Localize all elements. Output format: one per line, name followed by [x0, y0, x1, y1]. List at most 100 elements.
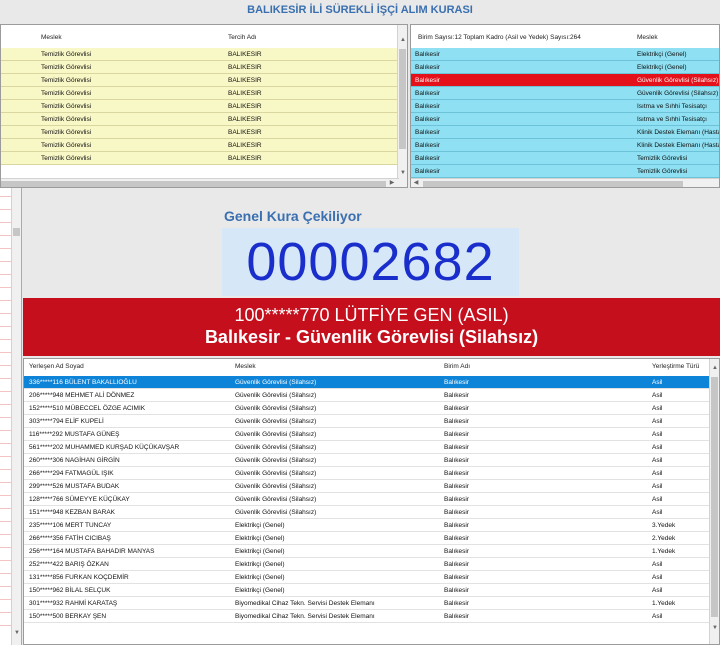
res-cell-birim: Balıkesir [444, 496, 469, 503]
table-row[interactable]: Temizlik Görevlisi BALIKESIR [1, 100, 399, 113]
table-row[interactable]: 561*****202 MUHAMMED KURŞAD KÜÇÜKAVŞAR Gü… [24, 441, 711, 454]
tl-vertical-scrollbar[interactable]: ▲ ▼ [397, 25, 407, 187]
res-cell-meslek: Biyomedikal Cihaz Tekn. Servisi Destek E… [235, 613, 375, 620]
tl-header-meslek[interactable]: Meslek [39, 29, 219, 47]
table-row[interactable]: Temizlik Görevlisi BALIKESIR [1, 126, 399, 139]
tl-vscroll-thumb[interactable] [399, 49, 406, 149]
left-row-divider [0, 222, 11, 223]
res-cell-birim: Balıkesir [444, 561, 469, 568]
table-row[interactable]: Temizlik Görevlisi BALIKESIR [1, 48, 399, 61]
table-row[interactable]: 260*****306 NAGİHAN GİRGİN Güvenlik Görev… [24, 454, 711, 467]
left-vertical-scrollbar[interactable]: ▼ [11, 188, 21, 645]
table-row[interactable]: 150*****500 BERKAY ŞEN Biyomedikal Cihaz … [24, 610, 711, 623]
table-row[interactable]: 128*****766 SÜMEYYE KÜÇÜKAY Güvenlik Göre… [24, 493, 711, 506]
res-header-birim[interactable]: Birim Adı [442, 359, 642, 375]
table-row[interactable]: 256*****164 MUSTAFA BAHADIR MANYAS Elektr… [24, 545, 711, 558]
res-cell-tur: Asil [652, 444, 663, 451]
top-left-grid[interactable]: Meslek Tercih Adı Temizlik Görevlisi BALI… [0, 24, 408, 188]
res-cell-name: 303*****794 ELİF KUPELİ [29, 418, 104, 425]
res-cell-birim: Balıkesir [444, 535, 469, 542]
scroll-down-arrow-icon[interactable]: ▼ [710, 623, 719, 633]
res-header-name[interactable]: Yerleşen Ad Soyad [27, 359, 227, 375]
scroll-up-arrow-icon[interactable]: ▲ [710, 363, 719, 373]
table-row[interactable]: 116*****292 MUSTAFA GÜNEŞ Güvenlik Görevl… [24, 428, 711, 441]
table-row[interactable]: Temizlik Görevlisi BALIKESIR [1, 74, 399, 87]
tl-header-tercih[interactable]: Tercih Adı [226, 29, 396, 47]
res-cell-meslek: Güvenlik Görevlisi (Silahsız) [235, 509, 317, 516]
tr-header-birim[interactable]: Birim Sayısı:12 Toplam Kadro (Asil ve Ye… [416, 29, 631, 47]
table-row[interactable]: Temizlik Görevlisi BALIKESIR [1, 152, 399, 165]
left-row-divider [0, 495, 11, 496]
tr-cell-meslek: Temizlik Görevlisi [637, 168, 688, 175]
table-row[interactable]: Balıkesir Elektrikçi (Genel) [411, 48, 719, 61]
table-row[interactable]: Balıkesir Elektrikçi (Genel) [411, 61, 719, 74]
table-row[interactable]: Balıkesir Temizlik Görevlisi [411, 165, 719, 178]
table-row[interactable]: Balıkesir Güvenlik Görevlisi (Silahsız) [411, 87, 719, 100]
left-side-list[interactable]: ▼ [0, 188, 22, 645]
table-row[interactable]: Balıkesir Güvenlik Görevlisi (Silahsız) [411, 74, 719, 87]
res-cell-meslek: Güvenlik Görevlisi (Silahsız) [235, 418, 317, 425]
res-vscroll-thumb[interactable] [711, 377, 718, 617]
table-row[interactable]: Balıkesir Klinik Destek Elemanı (Hastane) [411, 126, 719, 139]
res-cell-birim: Balıkesir [444, 587, 469, 594]
table-row[interactable]: 301*****932 RAHMİ KARATAŞ Biyomedikal Cih… [24, 597, 711, 610]
table-row[interactable]: Temizlik Görevlisi BALIKESIR [1, 61, 399, 74]
table-row[interactable]: 303*****794 ELİF KUPELİ Güvenlik Görevlis… [24, 415, 711, 428]
results-grid[interactable]: Yerleşen Ad Soyad Meslek Birim Adı Yerle… [23, 358, 720, 645]
tl-cell-meslek: Temizlik Görevlisi [41, 51, 92, 58]
res-header-tur[interactable]: Yerleştirme Türü [650, 359, 710, 375]
top-right-grid[interactable]: Birim Sayısı:12 Toplam Kadro (Asil ve Ye… [410, 24, 720, 188]
res-cell-tur: Asil [652, 470, 663, 477]
res-header-meslek[interactable]: Meslek [233, 359, 438, 375]
left-row-divider [0, 534, 11, 535]
scroll-up-arrow-icon[interactable]: ▲ [398, 35, 407, 45]
table-row[interactable]: 151*****948 KEZBAN BARAK Güvenlik Görevli… [24, 506, 711, 519]
table-row[interactable]: Balıkesir Isıtma ve Sıhhi Tesisatçı [411, 100, 719, 113]
res-cell-tur: Asil [652, 405, 663, 412]
left-row-divider [0, 365, 11, 366]
scroll-left-arrow-icon[interactable]: ◀ [411, 178, 421, 187]
table-row[interactable]: Balıkesir Temizlik Görevlisi [411, 152, 719, 165]
tl-horizontal-scrollbar[interactable]: ▶ [1, 178, 399, 187]
res-cell-meslek: Güvenlik Görevlisi (Silahsız) [235, 431, 317, 438]
table-row[interactable]: 206*****948 MEHMET ALİ DÖNMEZ Güvenlik Gö… [24, 389, 711, 402]
table-row[interactable]: Temizlik Görevlisi BALIKESIR [1, 87, 399, 100]
table-row[interactable]: 299*****526 MUSTAFA BUDAK Güvenlik Görevl… [24, 480, 711, 493]
table-row[interactable]: 235*****106 MERT TUNCAY Elektrikçi (Genel… [24, 519, 711, 532]
res-cell-birim: Balıkesir [444, 379, 469, 386]
tr-header-meslek[interactable]: Meslek [635, 29, 719, 47]
table-row[interactable]: 336*****116 BÜLENT BAKALLIOĞLU Güvenlik G… [24, 376, 711, 389]
kura-number: 00002682 [246, 232, 495, 292]
res-cell-name: 299*****526 MUSTAFA BUDAK [29, 483, 120, 490]
table-row[interactable]: 152*****510 MÜBECCEL ÖZGE ACIMIK Güvenlik… [24, 402, 711, 415]
scroll-down-arrow-icon[interactable]: ▼ [398, 168, 407, 178]
table-row[interactable]: 266*****356 FATİH CICIBAŞ Elektrikçi (Gen… [24, 532, 711, 545]
res-cell-birim: Balıkesir [444, 431, 469, 438]
tr-hscroll-thumb[interactable] [423, 181, 683, 187]
table-row[interactable]: 131*****856 FURKAN KOÇDEMİR Elektrikçi (G… [24, 571, 711, 584]
kura-status-label: Genel Kura Çekiliyor [224, 208, 362, 224]
table-row[interactable]: Temizlik Görevlisi BALIKESIR [1, 139, 399, 152]
tr-cell-meslek: Isıtma ve Sıhhi Tesisatçı [637, 103, 707, 110]
table-row[interactable]: 150*****962 BİLAL SELÇUK Elektrikçi (Gene… [24, 584, 711, 597]
left-vscroll-thumb[interactable] [13, 228, 20, 236]
scroll-down-arrow-icon[interactable]: ▼ [12, 628, 21, 638]
table-row[interactable]: Balıkesir Klinik Destek Elemanı (Hastane) [411, 139, 719, 152]
res-cell-birim: Balıkesir [444, 483, 469, 490]
tl-cell-meslek: Temizlik Görevlisi [41, 155, 92, 162]
res-vertical-scrollbar[interactable]: ▲ ▼ [709, 359, 719, 644]
res-cell-name: 206*****948 MEHMET ALİ DÖNMEZ [29, 392, 135, 399]
res-cell-tur: Asil [652, 587, 663, 594]
table-row[interactable]: Temizlik Görevlisi BALIKESIR [1, 113, 399, 126]
res-cell-meslek: Güvenlik Görevlisi (Silahsız) [235, 444, 317, 451]
res-cell-name: 151*****948 KEZBAN BARAK [29, 509, 115, 516]
table-row[interactable]: 266*****294 FATMAGÜL IŞIK Güvenlik Görevl… [24, 467, 711, 480]
res-cell-tur: Asil [652, 418, 663, 425]
tr-horizontal-scrollbar[interactable]: ◀ [411, 178, 719, 187]
table-row[interactable]: Balıkesir Isıtma ve Sıhhi Tesisatçı [411, 113, 719, 126]
tl-hscroll-thumb[interactable] [1, 181, 386, 187]
scroll-right-arrow-icon[interactable]: ▶ [387, 178, 397, 187]
tr-cell-meslek: Klinik Destek Elemanı (Hastane) [637, 142, 719, 149]
res-cell-name: 336*****116 BÜLENT BAKALLIOĞLU [29, 379, 137, 386]
table-row[interactable]: 252*****422 BARIŞ ÖZKAN Elektrikçi (Genel… [24, 558, 711, 571]
